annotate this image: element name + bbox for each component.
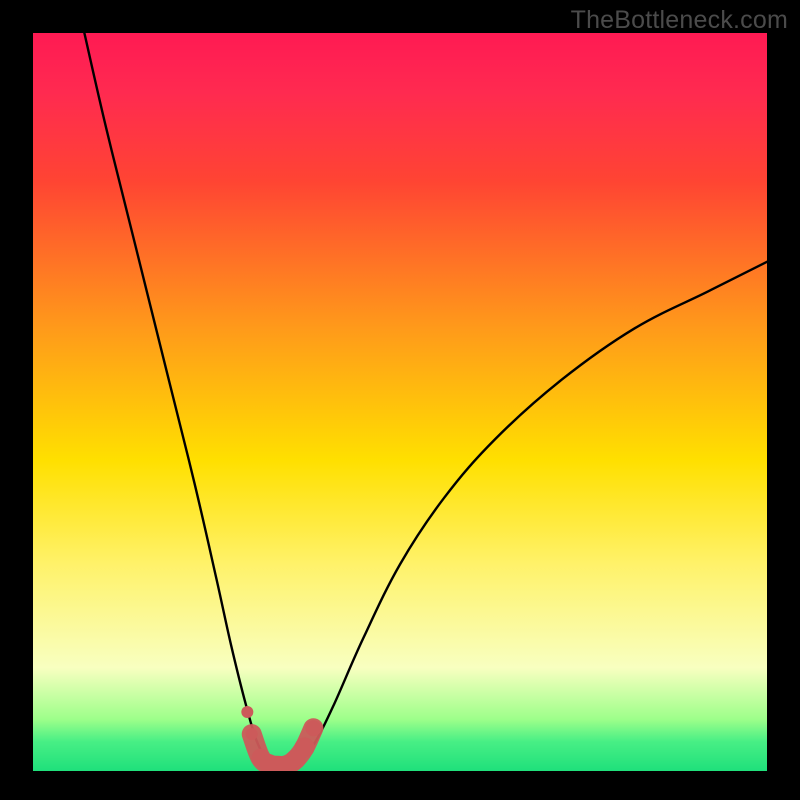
- highlight-dot: [295, 737, 315, 757]
- chart-svg: [33, 33, 767, 771]
- highlight-dot: [305, 720, 321, 736]
- plot-area: [33, 33, 767, 771]
- highlight-dot: [246, 728, 258, 740]
- chart-frame: TheBottleneck.com: [0, 0, 800, 800]
- outlier-dot: [241, 706, 253, 718]
- bottleneck-curve: [84, 33, 767, 767]
- watermark-text: TheBottleneck.com: [571, 6, 788, 35]
